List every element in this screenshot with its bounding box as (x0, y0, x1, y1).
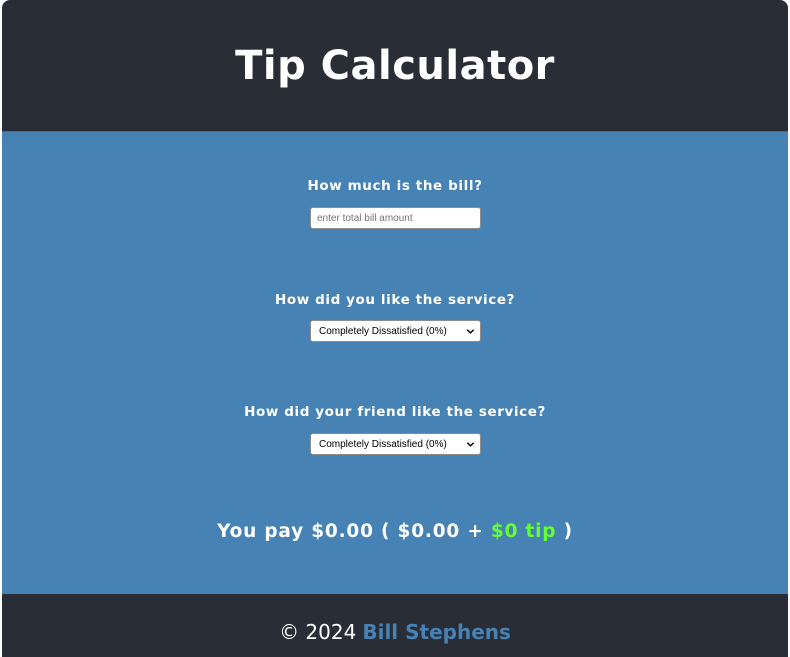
tip-calculator-app: Tip Calculator How much is the bill? How… (2, 0, 788, 657)
author-link[interactable]: Bill Stephens (362, 620, 511, 644)
result-prefix: You pay (217, 521, 304, 542)
calculator-panel: How much is the bill? How did you like t… (2, 132, 788, 594)
result-tip: $0 tip (490, 521, 557, 542)
result-summary: You pay $0.00 ( $0.00 + $0 tip ) (2, 521, 788, 542)
result-close-paren: ) (563, 521, 573, 542)
bill-amount-input[interactable] (310, 207, 481, 229)
bill-question-label: How much is the bill? (307, 178, 483, 194)
result-plus: + (467, 521, 484, 542)
chevron-down-icon (466, 442, 475, 447)
friend-rating-selected: Completely Dissatisfied (0%) (319, 438, 447, 450)
header: Tip Calculator (2, 0, 788, 132)
result-total: $0.00 (311, 521, 374, 542)
service-rating-select[interactable]: Completely Dissatisfied (0%) (310, 320, 481, 342)
copyright-text: © 2024 (279, 619, 357, 644)
friend-question-label: How did your friend like the service? (244, 404, 546, 420)
footer: © 2024 Bill Stephens (2, 594, 788, 657)
service-question-label: How did you like the service? (274, 292, 516, 308)
page-title: Tip Calculator (235, 42, 555, 89)
result-bill: $0.00 (397, 521, 461, 542)
chevron-down-icon (466, 329, 475, 334)
service-rating-selected: Completely Dissatisfied (0%) (319, 325, 447, 337)
friend-rating-select[interactable]: Completely Dissatisfied (0%) (310, 433, 481, 455)
result-open-paren: ( (381, 521, 391, 542)
